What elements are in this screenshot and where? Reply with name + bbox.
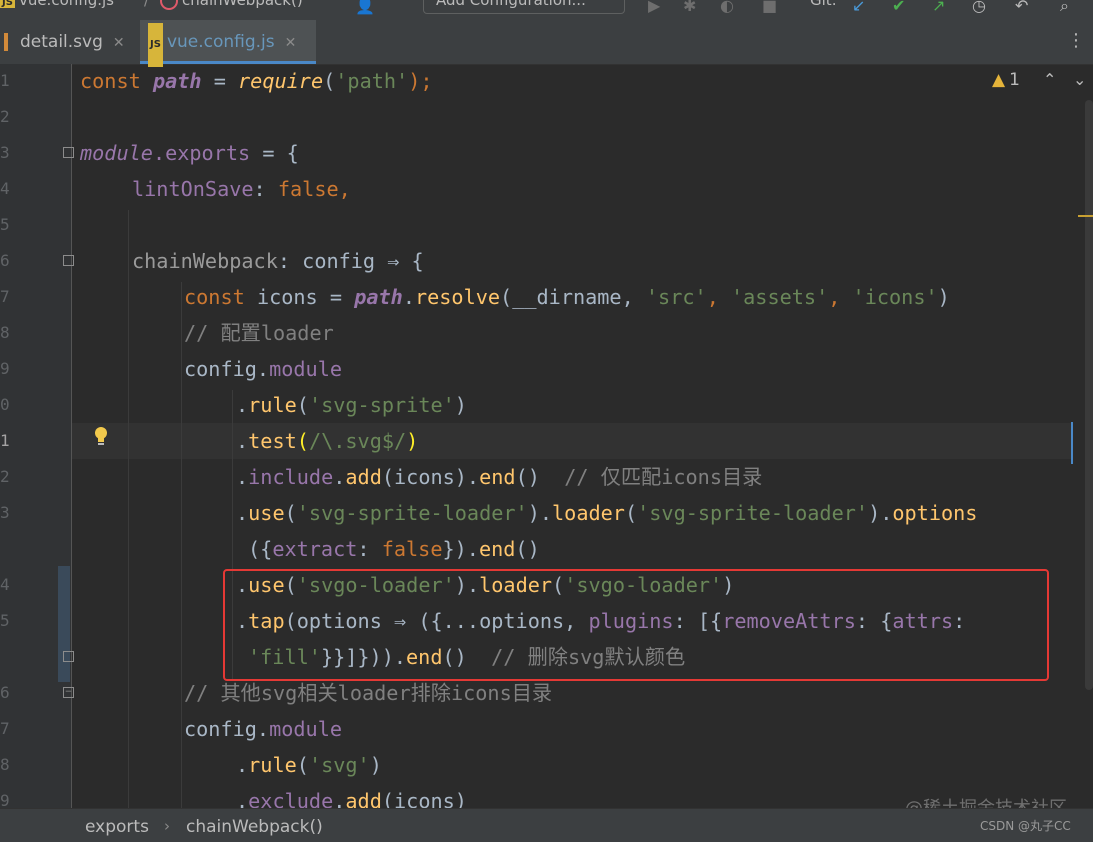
fold-marker-icon[interactable]: − [63,687,74,698]
line-number: 5 [0,215,10,234]
vcs-change-marker[interactable] [58,566,70,682]
line-number: 8 [0,323,10,342]
history-icon[interactable]: ◷ [972,0,986,15]
indent-guide [181,282,182,810]
warning-icon: ▲ [992,70,1006,90]
line-number: 5 [0,611,10,630]
line-number: 6 [0,251,10,270]
caret-position-marker [1071,422,1073,464]
current-line-highlight [72,423,1072,459]
chevron-right-icon: › [164,817,170,835]
breadcrumb-file[interactable]: JS vue.config.js [0,0,114,9]
fold-marker-icon[interactable] [63,147,74,158]
line-number: 1 [0,71,10,90]
git-commit-icon[interactable]: ✔ [892,0,905,15]
rollback-icon[interactable]: ↶ [1015,0,1028,15]
code-line[interactable]: const icons = path.resolve(__dirname, 's… [184,279,950,315]
debug-icon[interactable]: ✱ [683,0,696,15]
line-number: 6 [0,683,10,702]
run-icon[interactable]: ▶ [648,0,660,15]
code-line[interactable]: config.module [184,351,342,387]
breadcrumb-function[interactable]: chainWebpack() [160,0,303,10]
git-label: Git: [810,0,837,9]
line-number: 0 [0,395,10,414]
git-push-icon[interactable]: ↗ [932,0,945,15]
editor-tab-bar: detail.svg ✕ JS vue.config.js ✕ ⋮ [0,20,1093,67]
fold-marker-icon[interactable] [63,255,74,266]
stop-icon[interactable]: ■ [762,0,777,15]
annotation-highlight-box [223,569,1049,681]
line-number: 9 [0,359,10,378]
line-number: 8 [0,755,10,774]
git-update-icon[interactable]: ↙ [852,0,865,15]
line-number: 3 [0,143,10,162]
line-number: 1 [0,431,10,450]
tab-detail-svg[interactable]: detail.svg ✕ [0,20,140,64]
chevron-up-icon[interactable]: ⌃ [1043,70,1056,89]
top-toolbar: JS vue.config.js / chainWebpack() 👤 Add C… [0,0,1093,20]
code-line[interactable]: chainWebpack: config ⇒ { [132,243,424,279]
line-number: 3 [0,503,10,522]
js-file-icon: JS [148,23,163,67]
indent-guide [128,210,129,810]
code-line[interactable]: config.module [184,711,342,747]
vertical-scrollbar[interactable] [1085,100,1093,690]
code-line[interactable]: .rule('svg-sprite') [236,387,467,423]
code-line[interactable]: .include.add(icons).end() // 仅匹配icons目录 [236,459,762,495]
search-icon[interactable]: ⌕ [1060,0,1069,16]
line-number: 7 [0,287,10,306]
close-icon[interactable]: ✕ [285,35,297,51]
code-line[interactable]: lintOnSave: false, [132,171,351,207]
coverage-icon[interactable]: ◐ [720,0,734,15]
user-icon[interactable]: 👤 [355,0,375,15]
code-line[interactable]: module.exports = { [80,135,299,171]
function-icon [160,0,178,10]
more-options-icon[interactable]: ⋮ [1067,30,1085,51]
lightbulb-icon[interactable] [93,426,109,448]
fold-marker-icon[interactable] [63,651,74,662]
line-number: 7 [0,719,10,738]
status-breadcrumb-bar: exports › chainWebpack() [0,808,1093,842]
code-line-wrapped[interactable]: ({extract: false}).end() [248,531,540,567]
add-configuration-button[interactable]: Add Configuration... [423,0,625,14]
code-line-current[interactable]: .test(/\.svg$/) [236,423,418,459]
image-credit: CSDN @丸子CC [980,819,1071,833]
warning-stripe-marker[interactable] [1078,215,1093,217]
chevron-down-icon[interactable]: ⌄ [1073,70,1086,89]
tab-vue-config[interactable]: JS vue.config.js ✕ [140,20,316,67]
svg-file-icon [4,33,8,51]
breadcrumb-separator: / [144,0,150,9]
breadcrumb-exports[interactable]: exports [85,817,149,837]
code-line[interactable]: const path = require('path'); [80,63,433,99]
line-number: 2 [0,467,10,486]
line-number: 2 [0,107,10,126]
breadcrumb-chainwebpack[interactable]: chainWebpack() [186,817,323,837]
close-icon[interactable]: ✕ [113,35,125,51]
code-comment[interactable]: // 配置loader [184,315,334,351]
inspection-widget[interactable]: ▲ 1 [992,70,1020,90]
code-line[interactable]: .rule('svg') [236,747,382,783]
line-number: 4 [0,575,10,594]
code-line[interactable]: .use('svg-sprite-loader').loader('svg-sp… [236,495,977,531]
js-file-icon: JS [0,0,15,8]
line-number: 4 [0,179,10,198]
